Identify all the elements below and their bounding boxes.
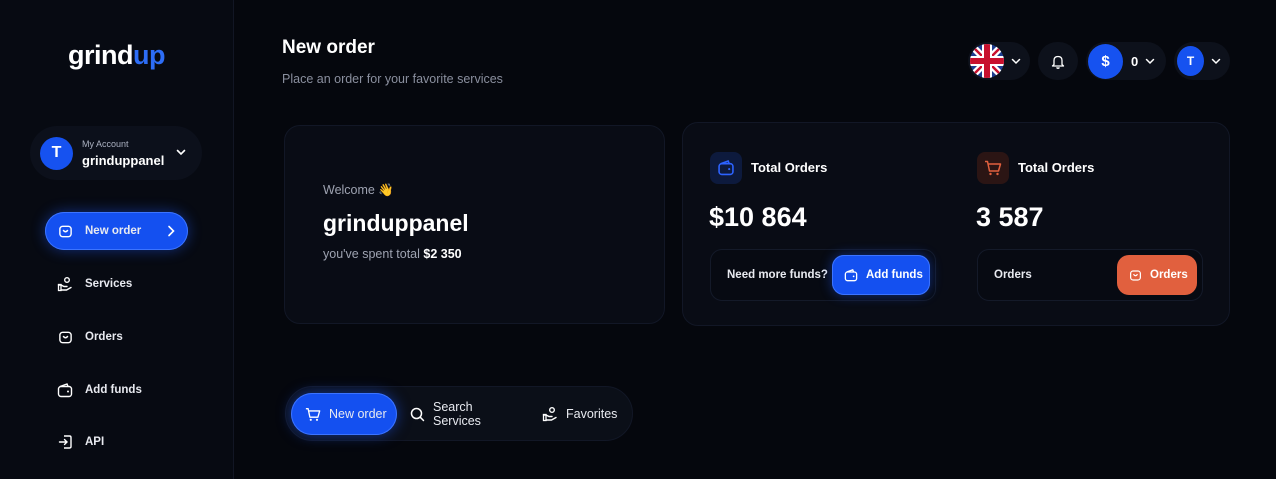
login-icon bbox=[57, 434, 73, 450]
stat-value: 3 587 bbox=[976, 202, 1044, 232]
search-icon bbox=[410, 407, 425, 422]
sidebar-item-label: New order bbox=[85, 225, 142, 237]
dollar-icon: $ bbox=[1088, 43, 1123, 79]
sidebar-item-api[interactable]: API bbox=[45, 423, 188, 461]
sidebar-item-label: Services bbox=[85, 278, 133, 290]
stat-title: Total Orders bbox=[1018, 160, 1095, 175]
orders-box: Orders Orders bbox=[977, 249, 1203, 301]
notifications-button[interactable] bbox=[1038, 42, 1078, 80]
orders-button[interactable]: Orders bbox=[1117, 255, 1197, 295]
account-label: My Account bbox=[82, 138, 129, 149]
sidebar-item-label: Orders bbox=[85, 331, 123, 343]
cart-icon bbox=[305, 407, 321, 422]
add-funds-box: Need more funds? Add funds bbox=[710, 249, 936, 301]
logo[interactable]: grindup bbox=[68, 40, 166, 71]
balance-selector[interactable]: $ 0 bbox=[1086, 42, 1166, 80]
welcome-greeting: Welcome 👋 bbox=[323, 183, 394, 197]
user-avatar: T bbox=[1177, 46, 1204, 76]
spent-total: you've spent total $2 350 bbox=[323, 247, 462, 261]
bag-icon bbox=[57, 329, 73, 345]
sidebar-item-label: API bbox=[85, 436, 105, 448]
sidebar-item-add-funds[interactable]: Add funds bbox=[45, 371, 188, 409]
bag-icon bbox=[1129, 269, 1142, 282]
sidebar-item-orders[interactable]: Orders bbox=[45, 318, 188, 356]
chevron-down-icon bbox=[1011, 58, 1021, 65]
spent-amount: $2 350 bbox=[423, 247, 462, 261]
stat-value: $10 864 bbox=[709, 202, 807, 232]
tab-new-order[interactable]: New order bbox=[291, 393, 397, 435]
chevron-down-icon bbox=[1145, 58, 1155, 65]
stats-card: Total Orders $10 864 Need more funds? Ad… bbox=[682, 122, 1230, 326]
wallet-icon bbox=[57, 382, 73, 398]
welcome-username: grinduppanel bbox=[323, 210, 469, 236]
tab-search-services[interactable]: Search Services bbox=[410, 393, 522, 435]
need-funds-label: Need more funds? bbox=[727, 269, 828, 281]
hand-coins-icon bbox=[57, 276, 73, 292]
chevron-right-icon bbox=[168, 225, 175, 237]
uk-flag-icon bbox=[970, 44, 1004, 78]
cart-icon bbox=[57, 223, 73, 239]
page-title: New order bbox=[282, 37, 375, 58]
chevron-down-icon bbox=[176, 149, 186, 156]
page-subtitle: Place an order for your favorite service… bbox=[282, 72, 503, 86]
wallet-icon bbox=[844, 268, 858, 282]
sidebar: grindup T My Account grinduppanel New or… bbox=[0, 0, 234, 479]
account-switcher[interactable]: T My Account grinduppanel bbox=[30, 126, 202, 180]
sidebar-item-services[interactable]: Services bbox=[45, 265, 188, 303]
cart-icon bbox=[977, 152, 1009, 184]
avatar: T bbox=[40, 136, 73, 170]
sidebar-item-label: Add funds bbox=[85, 384, 142, 396]
bell-icon bbox=[1051, 55, 1065, 69]
balance-value: 0 bbox=[1131, 53, 1139, 69]
wallet-icon bbox=[710, 152, 742, 184]
welcome-card: Welcome 👋 grinduppanel you've spent tota… bbox=[284, 125, 665, 324]
orders-label: Orders bbox=[994, 269, 1032, 281]
hand-coins-icon bbox=[542, 406, 558, 422]
add-funds-button[interactable]: Add funds bbox=[832, 255, 930, 295]
tab-favorites[interactable]: Favorites bbox=[542, 393, 622, 435]
user-menu[interactable]: T bbox=[1174, 42, 1230, 80]
language-selector[interactable] bbox=[968, 42, 1030, 80]
sidebar-item-new-order[interactable]: New order bbox=[45, 212, 188, 250]
order-tabs: New order Search Services Favorites bbox=[285, 386, 633, 441]
stat-title: Total Orders bbox=[751, 160, 828, 175]
chevron-down-icon bbox=[1211, 58, 1221, 65]
account-name: grinduppanel bbox=[82, 152, 165, 168]
